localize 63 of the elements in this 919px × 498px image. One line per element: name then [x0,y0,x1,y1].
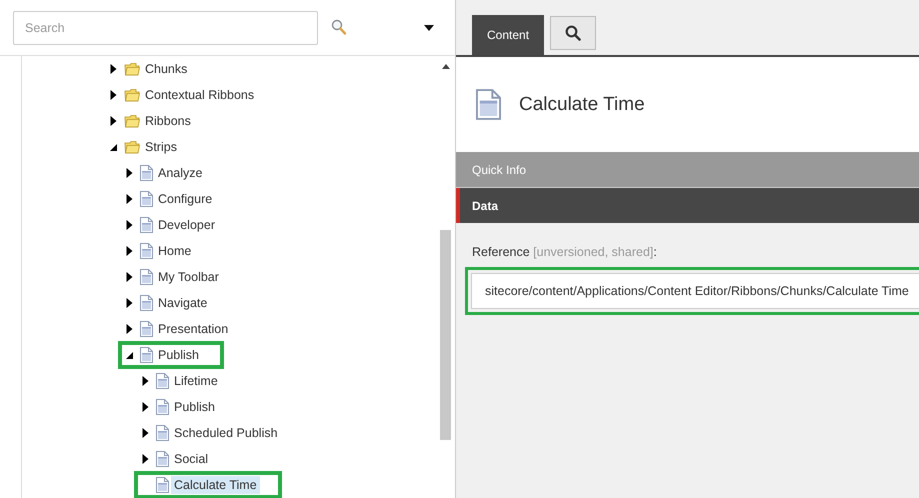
tab[interactable]: Content [472,15,544,55]
collapse-arrow-icon[interactable] [110,144,117,150]
tree-item[interactable]: My Toolbar [155,268,222,286]
dropdown-caret-icon[interactable] [424,24,434,30]
expand-arrow-icon[interactable] [126,168,133,178]
tree-item[interactable]: Developer [155,216,218,234]
expand-arrow-icon[interactable] [142,402,149,412]
document-icon [140,347,153,363]
expand-arrow-icon[interactable] [126,246,133,256]
reference-field[interactable]: sitecore/content/Applications/Content Editor/Ribbons/Chunks/Calculate Time [471,273,919,309]
document-icon [140,243,153,259]
tree-item[interactable]: Navigate [155,294,210,312]
tree-item[interactable]: Chunks [142,60,190,78]
document-icon [156,373,169,389]
expand-arrow-icon[interactable] [142,376,149,386]
folder-icon [124,88,140,102]
document-icon [476,89,501,120]
search-tab[interactable] [550,16,596,50]
scroll-up-arrow-icon[interactable] [442,64,450,69]
collapse-arrow-icon[interactable] [126,352,133,358]
expand-arrow-icon[interactable] [110,90,117,100]
search-field[interactable]: Search [13,10,318,44]
tree-item[interactable]: Lifetime [171,372,221,390]
expand-arrow-icon[interactable] [126,298,133,308]
document-icon [140,269,153,285]
tree-item[interactable]: Configure [155,190,216,208]
document-icon [156,399,169,415]
document-icon [140,321,153,337]
expand-arrow-icon[interactable] [126,194,133,204]
tree-item[interactable]: Scheduled Publish [171,424,281,442]
expand-arrow-icon[interactable] [110,64,117,74]
folder-icon [124,140,140,154]
field-label: Reference [unversioned, shared]: [472,245,658,259]
expand-arrow-icon[interactable] [126,272,133,282]
expand-arrow-icon[interactable] [126,220,133,230]
item-title: Calculate Time [519,94,645,116]
tree-item[interactable]: Publish [155,346,202,364]
tree-item[interactable]: Contextual Ribbons [142,86,258,104]
document-icon [140,165,153,181]
expand-arrow-icon[interactable] [110,116,117,126]
document-icon [156,451,169,467]
scrollbar-thumb[interactable] [440,230,451,440]
search-icon [565,25,582,41]
document-icon [140,191,153,207]
document-icon [156,477,169,493]
folder-icon [124,114,140,128]
expand-arrow-icon[interactable] [126,324,133,334]
tree-item[interactable]: Ribbons [142,112,194,130]
tree-item[interactable]: Home [155,242,194,260]
tree-item[interactable]: Strips [142,138,180,156]
tree-item[interactable]: Publish [171,398,218,416]
expand-arrow-icon[interactable] [142,454,149,464]
folder-icon [124,62,140,76]
search-icon[interactable] [331,19,347,36]
tree-item[interactable]: Calculate Time [171,476,260,494]
section-header[interactable]: Data [456,188,919,223]
expand-arrow-icon[interactable] [142,428,149,438]
tree-item[interactable]: Presentation [155,320,232,338]
tree-item[interactable]: Social [171,450,212,468]
document-icon [140,217,153,233]
tree-item[interactable]: Analyze [155,164,206,182]
document-icon [140,295,153,311]
document-icon [156,425,169,441]
